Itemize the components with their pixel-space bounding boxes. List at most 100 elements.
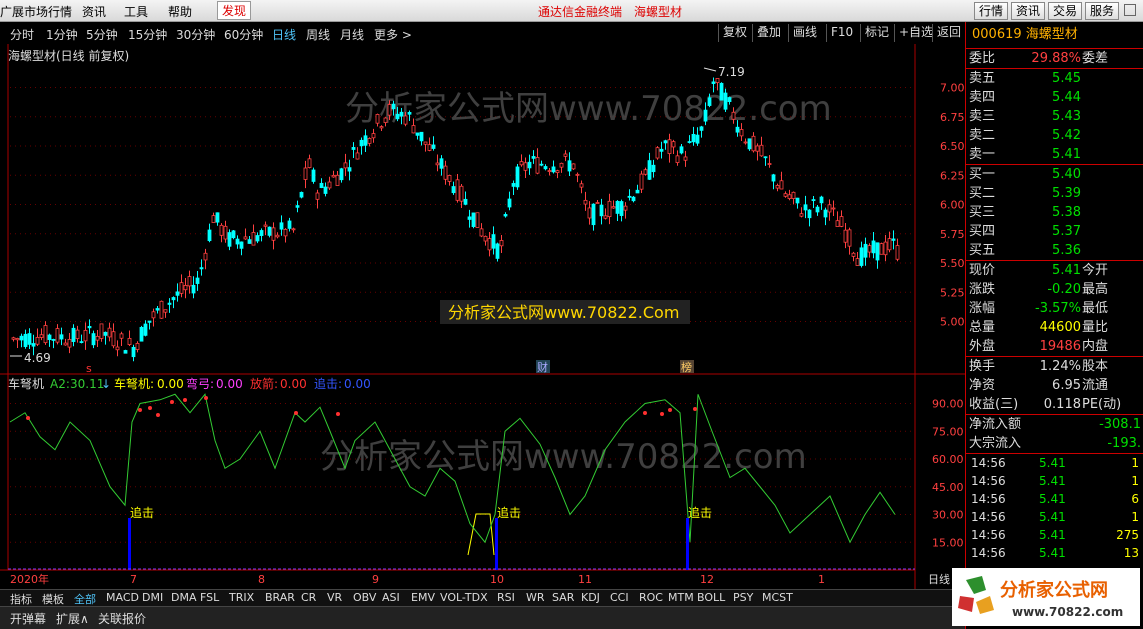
tick-volume: 1	[1131, 474, 1139, 488]
candle-body	[435, 162, 440, 166]
period-intraday[interactable]: 分时	[10, 26, 34, 43]
indicator-name[interactable]: 车弩机	[8, 376, 44, 391]
row-label-2: PE(动)	[1082, 397, 1122, 412]
candle-body	[551, 166, 556, 173]
signal-dot	[138, 408, 142, 412]
weicha-label: 委差	[1082, 51, 1109, 66]
menu-market[interactable]: 广展市场行情	[0, 3, 72, 20]
banner-text: 分析家公式网www.70822.Com	[448, 303, 679, 322]
candle-body	[31, 343, 36, 347]
menu-help[interactable]: 帮助	[168, 3, 192, 20]
indicator-tab[interactable]: BOLL	[697, 591, 725, 604]
tick-volume: 13	[1123, 546, 1139, 560]
chart-area[interactable]: 7.00 6.75 6.50 6.25 6.00 5.75 5.50 5.25 5.00 分析家…	[0, 44, 965, 589]
candle-body	[11, 337, 16, 340]
menu-tools[interactable]: 工具	[124, 3, 148, 20]
indicator-tab[interactable]: MTM	[668, 591, 694, 604]
candle-body	[491, 234, 496, 249]
indicator-tab[interactable]: 全部	[74, 591, 96, 607]
indicator-tab[interactable]: BRAR	[265, 591, 295, 604]
service-button[interactable]: 服务	[1085, 2, 1120, 20]
indicator-tab[interactable]: RSI	[497, 591, 515, 604]
candle-body	[103, 331, 108, 336]
f10-button[interactable]: F10	[826, 24, 857, 42]
candle-body	[599, 204, 604, 217]
menu-discover[interactable]: 发现	[217, 1, 252, 20]
back-button[interactable]: 返回	[932, 24, 965, 42]
related-quote-button[interactable]: 关联报价	[98, 610, 146, 627]
candle-body	[167, 302, 172, 305]
period-60min[interactable]: 60分钟	[224, 26, 263, 43]
indicator-tab[interactable]: 模板	[42, 591, 64, 607]
marker-cai[interactable]: 财	[537, 360, 548, 374]
indicator-tab[interactable]: MCST	[762, 591, 793, 604]
window-icon[interactable]	[1124, 4, 1136, 16]
candle-body	[335, 174, 340, 186]
candle-body	[235, 238, 240, 245]
indicator-tab[interactable]: VOL-TDX	[440, 591, 488, 604]
indicator-tab[interactable]: MACD	[106, 591, 139, 604]
app-title: 通达信金融终端	[538, 5, 623, 19]
marker-s[interactable]: s	[86, 362, 92, 375]
period-monthly[interactable]: 月线	[340, 26, 364, 43]
candle-body	[819, 196, 824, 204]
fq-button[interactable]: 复权	[718, 24, 751, 42]
indicator-tab[interactable]: VR	[327, 591, 342, 604]
indicator-tab[interactable]: 指标	[10, 591, 32, 607]
candle-body	[347, 167, 352, 172]
menu-news[interactable]: 资讯	[82, 3, 106, 20]
add-favorite-button[interactable]: +自选	[894, 24, 937, 42]
tick-time: 14:56	[971, 456, 1006, 470]
indicator-tab[interactable]: PSY	[733, 591, 753, 604]
period-daily[interactable]: 日线	[272, 26, 296, 43]
indicator-tab[interactable]: TRIX	[229, 591, 254, 604]
period-1min[interactable]: 1分钟	[46, 26, 78, 43]
signal-dot	[183, 398, 187, 402]
indicator-tab[interactable]: ROC	[639, 591, 663, 604]
indicator-tab[interactable]: ASI	[382, 591, 400, 604]
price-tick: 6.50	[940, 140, 965, 153]
overlay-button[interactable]: 叠加	[752, 24, 785, 42]
candle-body	[591, 203, 596, 226]
candle-body	[143, 323, 148, 336]
trade-button[interactable]: 交易	[1048, 2, 1083, 20]
draw-button[interactable]: 画线	[788, 24, 821, 42]
candle-body	[107, 327, 112, 338]
period-5min[interactable]: 5分钟	[86, 26, 118, 43]
indicator-tab[interactable]: FSL	[200, 591, 219, 604]
period-weekly[interactable]: 周线	[306, 26, 330, 43]
candle-body	[427, 144, 432, 151]
candle-body	[703, 109, 708, 122]
indicator-qiangong-value: 0.00	[216, 377, 243, 391]
candle-body	[539, 163, 544, 166]
marker-bang[interactable]: 榜	[681, 360, 692, 374]
candle-body	[851, 252, 856, 257]
indicator-tab[interactable]: OBV	[353, 591, 376, 604]
quote-button[interactable]: 行情	[974, 2, 1009, 20]
indicator-tab[interactable]: DMA	[171, 591, 197, 604]
indicator-tab[interactable]: CCI	[610, 591, 629, 604]
expand-button[interactable]: 扩展∧	[56, 610, 89, 627]
indicator-tab[interactable]: EMV	[411, 591, 435, 604]
price-tick: 6.00	[940, 199, 965, 212]
period-30min[interactable]: 30分钟	[176, 26, 215, 43]
indicator-tab[interactable]: KDJ	[581, 591, 600, 604]
quote-row: 买四 5.37	[966, 222, 1143, 241]
candle-body	[195, 277, 200, 284]
indicator-tab[interactable]: WR	[526, 591, 545, 604]
indicator-tab[interactable]: DMI	[142, 591, 163, 604]
quote-row: 涨幅 -3.57% 最低	[966, 299, 1143, 318]
candle-body	[691, 133, 696, 143]
row-value: 5.45	[1052, 71, 1081, 86]
period-more[interactable]: 更多 >	[374, 26, 412, 43]
news-button[interactable]: 资讯	[1011, 2, 1046, 20]
danmaku-button[interactable]: 开弹幕	[10, 610, 46, 627]
candle-body	[179, 282, 184, 294]
candle-body	[299, 191, 304, 198]
indicator-tab[interactable]: SAR	[552, 591, 574, 604]
mark-button[interactable]: 标记	[860, 24, 893, 42]
price-tick: 5.50	[940, 257, 965, 270]
quote-row: 收益(三) 0.118 PE(动)	[966, 395, 1143, 414]
period-15min[interactable]: 15分钟	[128, 26, 167, 43]
indicator-tab[interactable]: CR	[301, 591, 316, 604]
